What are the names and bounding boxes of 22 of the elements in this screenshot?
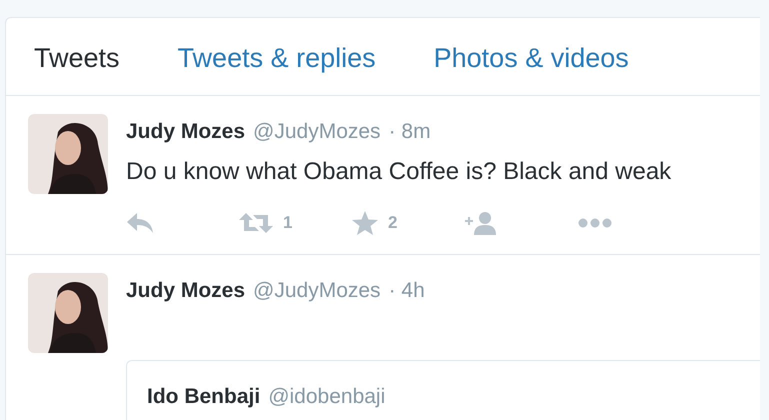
- author-name[interactable]: Judy Mozes: [126, 116, 246, 148]
- tweet-time[interactable]: · 4h: [388, 274, 425, 306]
- tweet-time[interactable]: · 8m: [388, 116, 431, 148]
- retweet-icon[interactable]: [239, 212, 273, 234]
- author-handle[interactable]: @JudyMozes: [253, 116, 381, 148]
- tweet-text: Do u know what Obama Coffee is? Black and weak: [126, 156, 672, 186]
- profile-tab[interactable]: Tweets & replies: [178, 40, 376, 76]
- action-count: 1: [283, 212, 292, 234]
- author-handle[interactable]: @JudyMozes: [253, 274, 381, 306]
- avatar[interactable]: [28, 272, 108, 352]
- profile-tab[interactable]: Photos & videos: [434, 40, 629, 76]
- more-icon[interactable]: [578, 218, 612, 228]
- action-count: 2: [388, 212, 398, 234]
- star-icon[interactable]: [352, 210, 378, 234]
- profile-tab[interactable]: Tweets: [34, 40, 120, 76]
- reply-icon[interactable]: [126, 212, 154, 234]
- quoted-tweet[interactable]: Ido Benbaji @idobenbaji: [126, 360, 760, 420]
- add-user-icon[interactable]: [465, 210, 497, 234]
- author-name[interactable]: Judy Mozes: [126, 274, 246, 306]
- avatar[interactable]: [28, 114, 108, 194]
- author-handle[interactable]: @idobenbaji: [268, 381, 386, 412]
- author-name[interactable]: Ido Benbaji: [147, 381, 260, 412]
